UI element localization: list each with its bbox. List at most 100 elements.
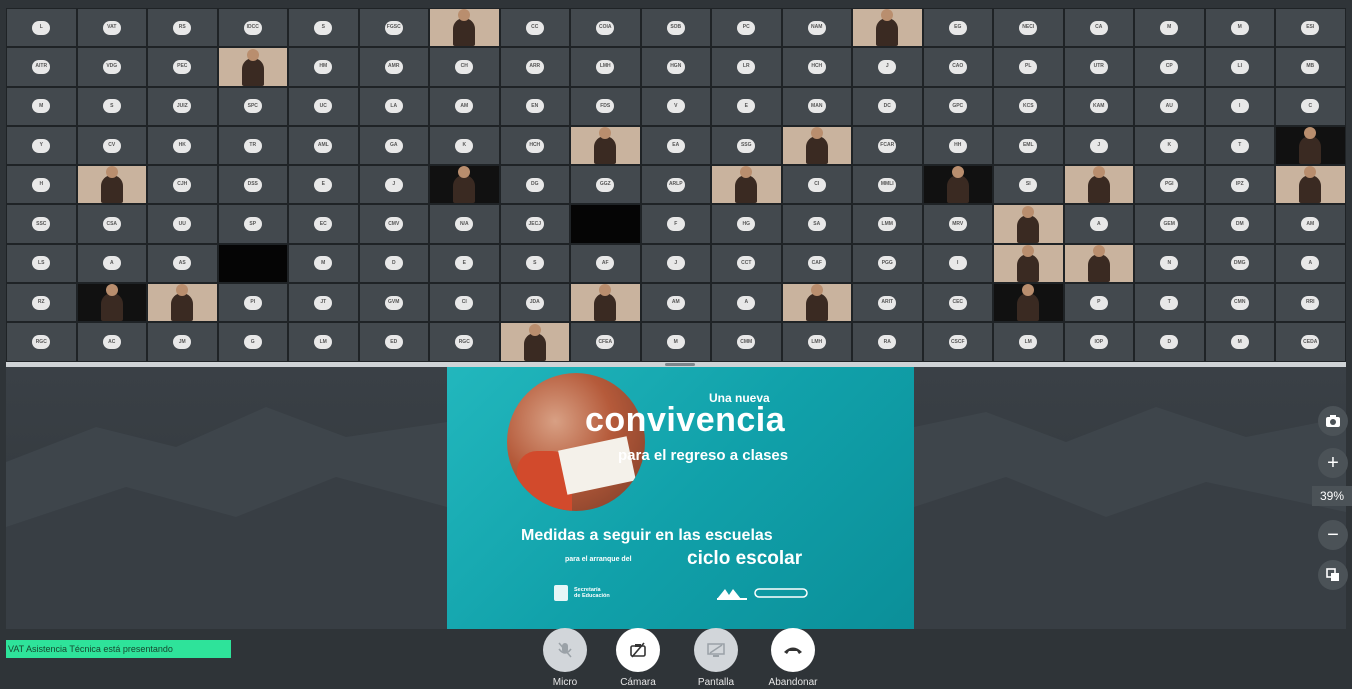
participant-tile[interactable]: CV — [76, 125, 147, 166]
camera-control[interactable]: Cámara — [608, 628, 668, 688]
participant-tile[interactable]: LA — [358, 86, 429, 126]
participant-tile[interactable]: SA — [781, 204, 852, 244]
participant-tile[interactable]: S — [76, 86, 147, 126]
participant-tile[interactable]: ESI — [1275, 8, 1346, 48]
participant-tile[interactable]: LI — [1204, 47, 1275, 87]
participant-tile[interactable]: AU — [1134, 86, 1205, 126]
participant-tile-video[interactable] — [429, 8, 500, 48]
participant-tile[interactable]: CAF — [781, 243, 852, 284]
participant-tile[interactable]: CI — [781, 165, 852, 205]
participant-tile-video[interactable] — [1063, 243, 1134, 284]
participant-tile-video[interactable] — [429, 165, 500, 205]
participant-tile[interactable]: SP — [217, 204, 288, 244]
leave-control[interactable]: Abandonar — [763, 628, 823, 688]
participant-tile-video[interactable] — [1063, 165, 1134, 205]
participant-tile-video[interactable] — [993, 243, 1064, 284]
participant-tile[interactable]: E — [429, 243, 500, 284]
participant-tile[interactable]: HCH — [499, 125, 570, 166]
participant-tile[interactable]: S — [288, 8, 359, 48]
zoom-out-button[interactable]: − — [1318, 520, 1348, 550]
participant-tile[interactable]: J — [640, 243, 711, 284]
participant-tile[interactable]: AM — [640, 283, 711, 323]
participant-tile-video[interactable] — [852, 8, 923, 48]
participant-tile[interactable]: DSS — [217, 165, 288, 205]
participant-tile[interactable]: EML — [993, 125, 1064, 166]
participant-tile[interactable]: T — [1204, 125, 1275, 166]
participant-tile[interactable]: SOB — [640, 8, 711, 48]
divider-handle[interactable] — [665, 363, 695, 366]
participant-tile[interactable]: FCAR — [852, 125, 923, 166]
participant-tile[interactable]: CP — [1134, 47, 1205, 87]
participant-tile[interactable]: M — [1204, 322, 1275, 362]
participant-tile-video[interactable] — [1275, 165, 1346, 205]
participant-tile[interactable]: Y — [6, 125, 77, 166]
participant-tile[interactable]: DM — [1204, 204, 1275, 244]
participant-tile[interactable]: J — [852, 47, 923, 87]
participant-tile[interactable]: HM — [288, 47, 359, 87]
participant-tile[interactable]: GPC — [922, 86, 993, 126]
participant-tile[interactable]: KAM — [1063, 86, 1134, 126]
participant-tile[interactable]: J — [358, 165, 429, 205]
participant-tile[interactable]: EC — [288, 204, 359, 244]
participant-tile[interactable]: C — [1275, 86, 1346, 126]
participant-tile[interactable]: I — [922, 243, 993, 284]
screen-control[interactable]: Pantalla — [686, 628, 746, 688]
participant-tile[interactable]: SSC — [6, 204, 77, 244]
participant-tile[interactable]: UU — [147, 204, 218, 244]
participant-tile[interactable]: CMM — [711, 322, 782, 362]
participant-tile[interactable]: K — [1134, 125, 1205, 166]
participant-tile[interactable]: LMH — [570, 47, 641, 87]
participant-tile[interactable]: D — [1134, 322, 1205, 362]
participant-tile-video[interactable] — [993, 204, 1064, 244]
camera-off-icon[interactable] — [616, 628, 660, 672]
participant-tile[interactable]: M — [1134, 8, 1205, 48]
participant-tile[interactable]: DC — [852, 86, 923, 126]
participant-tile[interactable]: AMR — [358, 47, 429, 87]
participant-tile[interactable]: V — [640, 86, 711, 126]
participant-tile[interactable]: G — [217, 322, 288, 362]
participant-tile[interactable]: KCS — [993, 86, 1064, 126]
participant-tile[interactable]: SI — [993, 165, 1064, 205]
participant-tile-video[interactable] — [993, 283, 1064, 323]
participant-tile[interactable]: HCH — [781, 47, 852, 87]
participant-tile-video[interactable] — [1275, 125, 1346, 166]
participant-tile[interactable]: DG — [499, 165, 570, 205]
participant-tile[interactable]: HK — [147, 125, 218, 166]
participant-tile[interactable]: COIA — [570, 8, 641, 48]
participant-tile[interactable]: M — [1204, 8, 1275, 48]
participant-tile[interactable]: IDCC — [217, 8, 288, 48]
participant-tile[interactable]: PI — [217, 283, 288, 323]
participant-tile[interactable]: CEDA — [1275, 322, 1346, 362]
participant-tile[interactable]: PGI — [1134, 165, 1205, 205]
participant-tile[interactable]: AM — [1275, 204, 1346, 244]
participant-tile[interactable]: JM — [147, 322, 218, 362]
participant-tile[interactable]: LR — [711, 47, 782, 87]
participant-tile[interactable]: L — [6, 8, 77, 48]
participant-tile[interactable]: A — [76, 243, 147, 284]
participant-tile[interactable]: CMV — [358, 204, 429, 244]
participant-tile[interactable]: MMLI — [852, 165, 923, 205]
participant-tile[interactable]: I — [1204, 86, 1275, 126]
participant-tile[interactable]: GEM — [1134, 204, 1205, 244]
participant-tile-video[interactable] — [781, 283, 852, 323]
participant-tile[interactable]: J — [1063, 125, 1134, 166]
participant-tile[interactable]: CC — [499, 8, 570, 48]
participant-tile[interactable]: FGSC — [358, 8, 429, 48]
participant-tile[interactable]: IOP — [1063, 322, 1134, 362]
mic-off-icon[interactable] — [543, 628, 587, 672]
participant-tile[interactable]: ED — [358, 322, 429, 362]
participant-tile[interactable]: CMN — [1204, 283, 1275, 323]
hang-up-icon[interactable] — [771, 628, 815, 672]
participant-tile[interactable]: CEC — [922, 283, 993, 323]
participant-tile-blank[interactable] — [570, 204, 641, 244]
participant-tile[interactable]: HH — [922, 125, 993, 166]
participant-tile[interactable]: H — [6, 165, 77, 205]
participant-tile[interactable]: RZ — [6, 283, 77, 323]
participant-tile[interactable]: ARR — [499, 47, 570, 87]
participant-tile[interactable]: DMG — [1204, 243, 1275, 284]
participant-tile[interactable]: PEC — [147, 47, 218, 87]
participant-tile[interactable]: CSA — [76, 204, 147, 244]
screen-share-icon[interactable] — [694, 628, 738, 672]
participant-tile[interactable]: LS — [6, 243, 77, 284]
participant-tile[interactable]: IPZ — [1204, 165, 1275, 205]
